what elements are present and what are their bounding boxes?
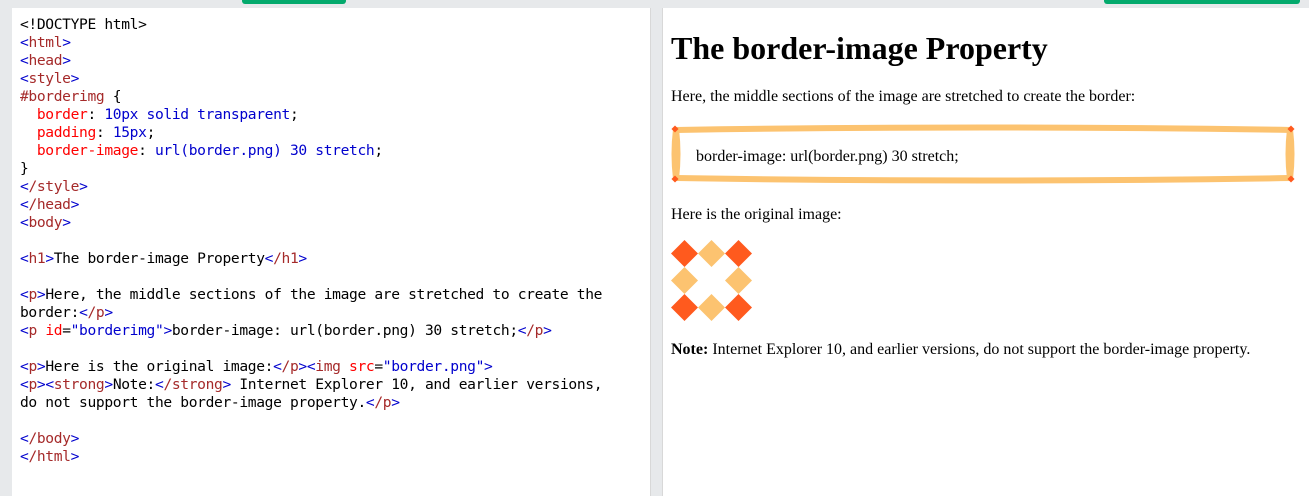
code-h1-close: /h1	[273, 250, 299, 267]
code-id-attr: id	[45, 322, 63, 339]
result-note-paragraph: Note: Internet Explorer 10, and earlier …	[671, 341, 1250, 359]
code-prop-padding: padding	[36, 124, 96, 141]
border-left-stripe	[671, 129, 681, 179]
result-original-label: Here is the original image:	[671, 206, 842, 223]
code-p-close: /p	[87, 304, 105, 321]
code-src-value: "border.png"	[382, 358, 485, 375]
code-style-close: /style	[28, 178, 80, 195]
code-p-text-1: Here, the middle sections of the image a…	[45, 286, 603, 303]
border-top-stripe	[676, 124, 1291, 133]
code-brace-open: {	[104, 88, 122, 105]
code-css-selector: #borderimg	[20, 88, 105, 105]
code-body-close: /body	[28, 430, 71, 447]
code-p3-close: /p	[281, 358, 299, 375]
code-p4-close: /p	[374, 394, 392, 411]
code-note-label: Note:	[112, 376, 156, 393]
code-editor[interactable]: <!DOCTYPE html> <html> <head> <style> #b…	[12, 8, 651, 496]
border-bottom-stripe	[676, 175, 1291, 184]
code-note-text-2: do not support the border-image property…	[20, 394, 366, 411]
result-heading: The border-image Property	[671, 30, 1048, 66]
code-val-border-image: url(border.png) 30 stretch	[154, 142, 375, 159]
border-image-box-text: border-image: url(border.png) 30 stretch…	[696, 148, 959, 165]
result-intro-paragraph: Here, the middle sections of the image a…	[671, 88, 1136, 105]
result-note-text: Internet Explorer 10, and earlier versio…	[708, 341, 1251, 358]
code-p3-open: p	[28, 358, 37, 375]
code-val-padding: 15px	[112, 124, 147, 141]
code-p4-open: p	[28, 376, 37, 393]
original-border-image	[671, 240, 752, 321]
result-note-label: Note:	[671, 341, 709, 358]
code-p3-text: Here is the original image:	[45, 358, 274, 375]
code-html-open: html	[28, 34, 63, 51]
code-body-open: body	[28, 214, 63, 231]
border-right-stripe	[1285, 129, 1295, 179]
code-src-attr: src	[349, 358, 375, 375]
code-html-close: /html	[28, 448, 71, 465]
border-image-box: border-image: url(border.png) 30 stretch…	[671, 123, 1295, 185]
code-strong-close: /strong	[163, 376, 223, 393]
code-prop-border: border	[36, 106, 88, 123]
code-prop-border-image: border-image	[36, 142, 139, 159]
run-button-tab[interactable]	[242, 0, 346, 4]
code-note-text-1: Internet Explorer 10, and earlier versio…	[230, 376, 603, 393]
code-h1-text: The border-image Property	[53, 250, 265, 267]
code-img-tag: img	[315, 358, 341, 375]
code-p2-close: /p	[526, 322, 544, 339]
code-text[interactable]: <!DOCTYPE html> <html> <head> <style> #b…	[20, 16, 602, 466]
code-id-value: "borderimg"	[70, 322, 164, 339]
code-p-text-2: border:	[20, 304, 80, 321]
result-panel: The border-image Property Here, the midd…	[662, 8, 1309, 496]
code-p2-text: border-image: url(border.png) 30 stretch…	[171, 322, 518, 339]
code-strong-open: strong	[53, 376, 105, 393]
code-head-open: head	[28, 52, 63, 69]
code-head-close: /head	[28, 196, 71, 213]
code-h1-open: h1	[28, 250, 46, 267]
code-val-border: 10px solid transparent	[104, 106, 290, 123]
code-p-open: p	[28, 286, 37, 303]
result-tab-indicator[interactable]	[1104, 0, 1300, 4]
code-style-open: style	[28, 70, 71, 87]
code-p2-open: p	[28, 322, 37, 339]
code-brace-close: }	[20, 160, 29, 177]
code-doctype: <!DOCTYPE html>	[20, 16, 147, 33]
